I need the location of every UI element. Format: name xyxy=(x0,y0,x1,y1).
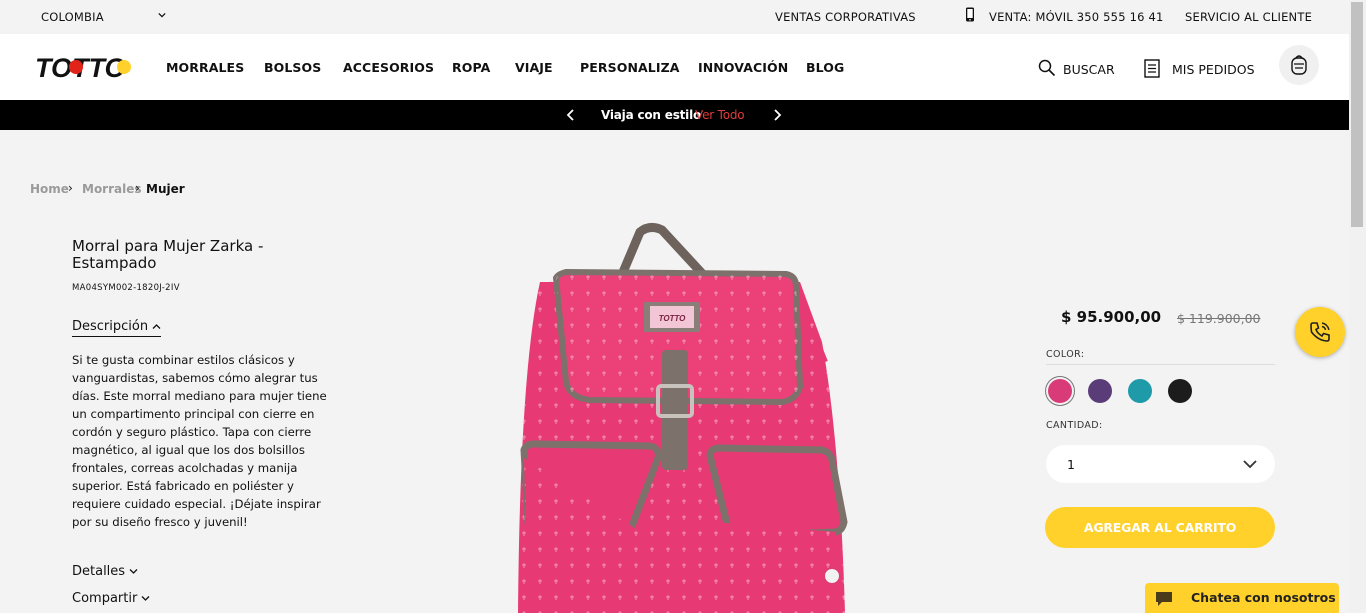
promo-text: Viaja con estilo xyxy=(601,108,702,122)
orders-list-icon[interactable] xyxy=(1144,59,1160,78)
chevron-right-icon: › xyxy=(135,181,140,195)
breadcrumb-morrales[interactable]: Morrales xyxy=(82,182,142,196)
nav-item-personaliza[interactable]: PERSONALIZA xyxy=(580,60,680,75)
totto-logo[interactable]: TOTTO xyxy=(34,52,136,82)
search-icon[interactable] xyxy=(1038,59,1056,77)
cart-button[interactable] xyxy=(1279,45,1319,85)
scrollbar-thumb[interactable] xyxy=(1351,2,1363,227)
corporate-sales-link[interactable]: VENTAS CORPORATIVAS xyxy=(775,10,916,24)
divider xyxy=(1046,364,1275,365)
backpack-icon xyxy=(1291,55,1307,75)
product-description: Si te gusta combinar estilos clásicos y … xyxy=(72,353,327,529)
color-swatch-purple[interactable] xyxy=(1088,379,1112,403)
product-price: $ 95.900,00 xyxy=(1061,308,1162,326)
chevron-right-icon: › xyxy=(68,181,73,195)
description-toggle[interactable]: Descripción xyxy=(72,319,162,337)
chevron-down-icon[interactable] xyxy=(158,11,166,19)
product-sku: MA04SYM002-1820J-2IV xyxy=(72,283,180,293)
color-swatch-black[interactable] xyxy=(1168,379,1192,403)
chevron-left-icon[interactable] xyxy=(566,109,576,121)
svg-text:TOTTO: TOTTO xyxy=(659,314,687,323)
quantity-label: CANTIDAD: xyxy=(1046,420,1103,431)
color-label: COLOR: xyxy=(1046,349,1085,360)
breadcrumb-current: Mujer xyxy=(146,182,185,196)
product-old-price: $ 119.900,00 xyxy=(1177,311,1261,326)
chevron-down-icon xyxy=(141,596,150,601)
promo-banner: Viaja con estilo Ver Todo xyxy=(0,100,1349,130)
phone-sales-link[interactable]: VENTA: MÓVIL 350 555 16 41 xyxy=(989,10,1164,24)
phone-icon xyxy=(1310,322,1330,342)
chat-label: Chatea con nosotros xyxy=(1191,590,1336,605)
chat-widget[interactable]: Chatea con nosotros xyxy=(1145,583,1339,613)
nav-item-morrales[interactable]: MORRALES xyxy=(166,60,244,75)
country-selector-label[interactable]: COLOMBIA xyxy=(41,10,104,24)
chevron-right-icon[interactable] xyxy=(772,109,782,121)
promo-link[interactable]: Ver Todo xyxy=(695,108,745,122)
nav-item-accesorios[interactable]: ACCESORIOS xyxy=(343,60,434,75)
top-bar: COLOMBIA VENTAS CORPORATIVAS VENTA: MÓVI… xyxy=(0,0,1349,34)
details-toggle[interactable]: Detalles xyxy=(72,564,138,579)
add-to-cart-button[interactable]: AGREGAR AL CARRITO xyxy=(1045,507,1275,548)
share-toggle[interactable]: Compartir xyxy=(72,591,150,606)
my-orders-button[interactable]: MIS PEDIDOS xyxy=(1172,62,1255,77)
chat-bubble-icon xyxy=(1156,592,1172,606)
nav-item-blog[interactable]: BLOG xyxy=(806,60,844,75)
nav-item-innovacion[interactable]: INNOVACIÓN xyxy=(698,60,788,75)
color-swatch-pink[interactable] xyxy=(1048,379,1072,403)
color-swatch-teal[interactable] xyxy=(1128,379,1152,403)
nav-item-bolsos[interactable]: BOLSOS xyxy=(264,60,321,75)
product-image[interactable]: TOTTO xyxy=(500,222,860,613)
page-scrollbar[interactable] xyxy=(1349,0,1366,613)
chevron-down-icon xyxy=(129,569,138,574)
description-label: Descripción xyxy=(72,319,149,334)
product-title: Morral para Mujer Zarka - Estampado xyxy=(72,237,264,272)
customer-service-link[interactable]: SERVICIO AL CLIENTE xyxy=(1185,10,1312,24)
search-button[interactable]: BUSCAR xyxy=(1063,62,1115,77)
quantity-value: 1 xyxy=(1067,457,1075,472)
breadcrumb-home[interactable]: Home xyxy=(30,182,69,196)
chevron-down-icon xyxy=(1243,460,1257,469)
main-header: TOTTO MORRALES BOLSOS ACCESORIOS ROPA VI… xyxy=(0,34,1349,100)
call-button[interactable] xyxy=(1295,307,1345,357)
details-label: Detalles xyxy=(72,564,126,579)
share-label: Compartir xyxy=(72,591,138,606)
mobile-phone-icon xyxy=(966,7,974,22)
nav-item-viaje[interactable]: VIAJE xyxy=(515,60,553,75)
chevron-up-icon xyxy=(152,324,161,329)
quantity-select[interactable]: 1 xyxy=(1046,445,1275,483)
nav-item-ropa[interactable]: ROPA xyxy=(452,60,490,75)
